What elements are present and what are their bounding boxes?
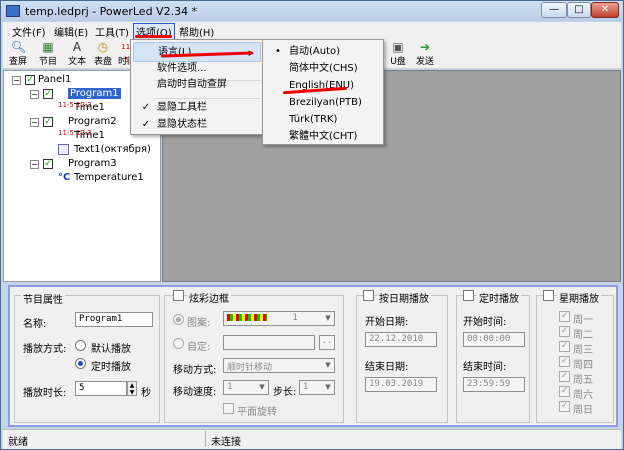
magnifier-icon: 🔍︎: [11, 40, 27, 54]
toolbar-program-button[interactable]: ▦ 节目: [36, 40, 60, 68]
menu-file[interactable]: 文件(F): [12, 24, 46, 39]
custom-radio[interactable]: [173, 338, 184, 349]
chevron-down-icon: ▼: [259, 383, 265, 391]
title-bar[interactable]: temp.ledprj - PowerLed V2.34 * — □ ✕: [1, 1, 623, 21]
chevron-down-icon: ▼: [325, 361, 331, 369]
program-icon: ▦: [42, 40, 54, 54]
date-play-checkbox[interactable]: [363, 290, 374, 301]
collapse-toggle[interactable]: −: [12, 76, 21, 85]
toolbar-text-button[interactable]: A 文本: [65, 40, 89, 68]
status-divider: [205, 431, 206, 447]
text-icon: A: [72, 40, 82, 54]
program3-checkbox[interactable]: ✓: [43, 159, 53, 169]
status-ready: 就绪: [8, 437, 28, 448]
status-bar: 就绪 未连接: [3, 429, 621, 449]
program1-checkbox[interactable]: ✓: [43, 89, 53, 99]
maximize-button[interactable]: □: [567, 2, 591, 18]
text-doc-icon: [58, 144, 69, 155]
program-props-title: 节目属性: [21, 291, 65, 306]
udisk-icon: ▣: [392, 40, 404, 54]
end-time-input[interactable]: 23:59:59: [463, 377, 525, 392]
collapse-toggle[interactable]: −: [30, 160, 39, 169]
weekday-label: 周三: [573, 345, 593, 356]
end-date-input[interactable]: 19.03.2019: [365, 377, 437, 392]
weekday-checkbox[interactable]: ✓: [559, 326, 570, 337]
menu-help[interactable]: 帮助(H): [179, 24, 214, 39]
start-time-input[interactable]: 00:00:00: [463, 332, 525, 347]
temperature-icon: °C: [58, 172, 71, 183]
duration-input[interactable]: 5: [75, 381, 127, 396]
chevron-down-icon: ▼: [325, 314, 331, 322]
weekday-label: 周二: [573, 330, 593, 341]
digital-clock-icon: 11-5 12:3: [58, 129, 92, 137]
weekday-checkbox[interactable]: ✓: [559, 386, 570, 397]
date-play-group: 按日期播放 开始日期: 22.12.2010 结束日期: 19.03.2019: [356, 290, 448, 423]
checkmark-icon: ✓: [141, 119, 151, 130]
clock-icon: ◷: [97, 40, 109, 54]
weekday-label: 周一: [573, 315, 593, 326]
pattern-swatch: [227, 314, 267, 321]
custom-pattern-input[interactable]: [223, 335, 315, 350]
mode-timed-radio[interactable]: [75, 358, 86, 369]
weekday-label: 周五: [573, 375, 593, 386]
rotate-checkbox[interactable]: [223, 403, 234, 414]
weekday-checkbox[interactable]: ✓: [559, 371, 570, 382]
pattern-radio[interactable]: [173, 314, 184, 325]
minimize-button[interactable]: —: [541, 2, 567, 18]
program-props-group: 节目属性 名称: Program1 播放方式: 默认播放 定时播放 播放时长: …: [14, 291, 160, 423]
weekday-checkbox[interactable]: ✓: [559, 401, 570, 412]
collapse-toggle[interactable]: −: [30, 118, 39, 127]
properties-panel: 节目属性 名称: Program1 播放方式: 默认播放 定时播放 播放时长: …: [8, 285, 618, 427]
timed-play-checkbox[interactable]: [463, 290, 474, 301]
menu-edit[interactable]: 编辑(E): [54, 24, 88, 39]
panel-checkbox[interactable]: ✓: [25, 75, 35, 85]
status-connection: 未连接: [211, 437, 241, 448]
collapse-toggle[interactable]: −: [30, 90, 39, 99]
program-name-input[interactable]: Program1: [75, 312, 153, 327]
menu-item-show-statusbar[interactable]: ✓ 显隐状态栏: [133, 115, 261, 135]
start-date-input[interactable]: 22.12.2010: [365, 332, 437, 347]
weekday-label: 周六: [573, 390, 593, 401]
duration-spinner[interactable]: ▲ ▼: [127, 381, 137, 396]
annotation-underline: [135, 35, 172, 38]
send-arrow-icon: ➔: [419, 40, 431, 54]
menu-item-auto-start[interactable]: 启动时自动查屏: [133, 75, 261, 95]
weekday-label: 周四: [573, 360, 593, 371]
app-icon: [6, 5, 20, 17]
menu-tools[interactable]: 工具(T): [95, 24, 129, 39]
mode-default-radio[interactable]: [75, 340, 86, 351]
border-group: 炫彩边框 图案: 1 ▼ 自定: .. 移动方式: 顺时针移动 ▼ 移动速度: …: [164, 290, 344, 423]
pattern-select[interactable]: 1: [223, 311, 335, 326]
program2-checkbox[interactable]: ✓: [43, 117, 53, 127]
weekday-label: 周日: [573, 405, 593, 416]
weekday-checkbox[interactable]: ✓: [559, 356, 570, 367]
toolbar-clock-button[interactable]: ◷ 表盘: [91, 40, 115, 68]
chevron-down-icon: ▼: [325, 383, 331, 391]
border-enable-checkbox[interactable]: [173, 290, 184, 301]
menu-bar: 文件(F) 编辑(E) 工具(T) 选项(O) 帮助(H): [3, 22, 621, 40]
close-button[interactable]: ✕: [591, 2, 619, 18]
weekday-checkbox[interactable]: ✓: [559, 311, 570, 322]
digital-clock-icon: 11-5 12:3: [58, 101, 92, 109]
toolbar-send-button[interactable]: ➔ 发送: [413, 40, 437, 68]
timed-play-group: 定时播放 开始时间: 00:00:00 结束时间: 23:59:59: [456, 290, 530, 423]
toolbar-screen-button[interactable]: 🔍︎ 查屏: [6, 40, 30, 68]
language-submenu: • 自动(Auto) 简体中文(CHS) English(ENU) Brezilyan(…: [262, 39, 384, 145]
custom-browse-button[interactable]: ..: [319, 335, 335, 350]
weekday-checkbox[interactable]: ✓: [559, 341, 570, 352]
app-window: temp.ledprj - PowerLed V2.34 * — □ ✕ 文件(…: [0, 0, 624, 450]
toolbar-udisk-button[interactable]: ▣ U盘: [386, 40, 410, 68]
weekly-play-group: 星期播放 ✓ 周一 ✓ 周二 ✓ 周三 ✓ 周四 ✓ 周五 ✓ 周六 ✓ 周日: [536, 290, 614, 423]
weekly-play-checkbox[interactable]: [543, 290, 554, 301]
language-option[interactable]: 繁體中文(CHT): [265, 127, 381, 147]
window-title: temp.ledprj - PowerLed V2.34 *: [25, 5, 198, 18]
move-mode-select[interactable]: 顺时针移动: [223, 358, 335, 373]
